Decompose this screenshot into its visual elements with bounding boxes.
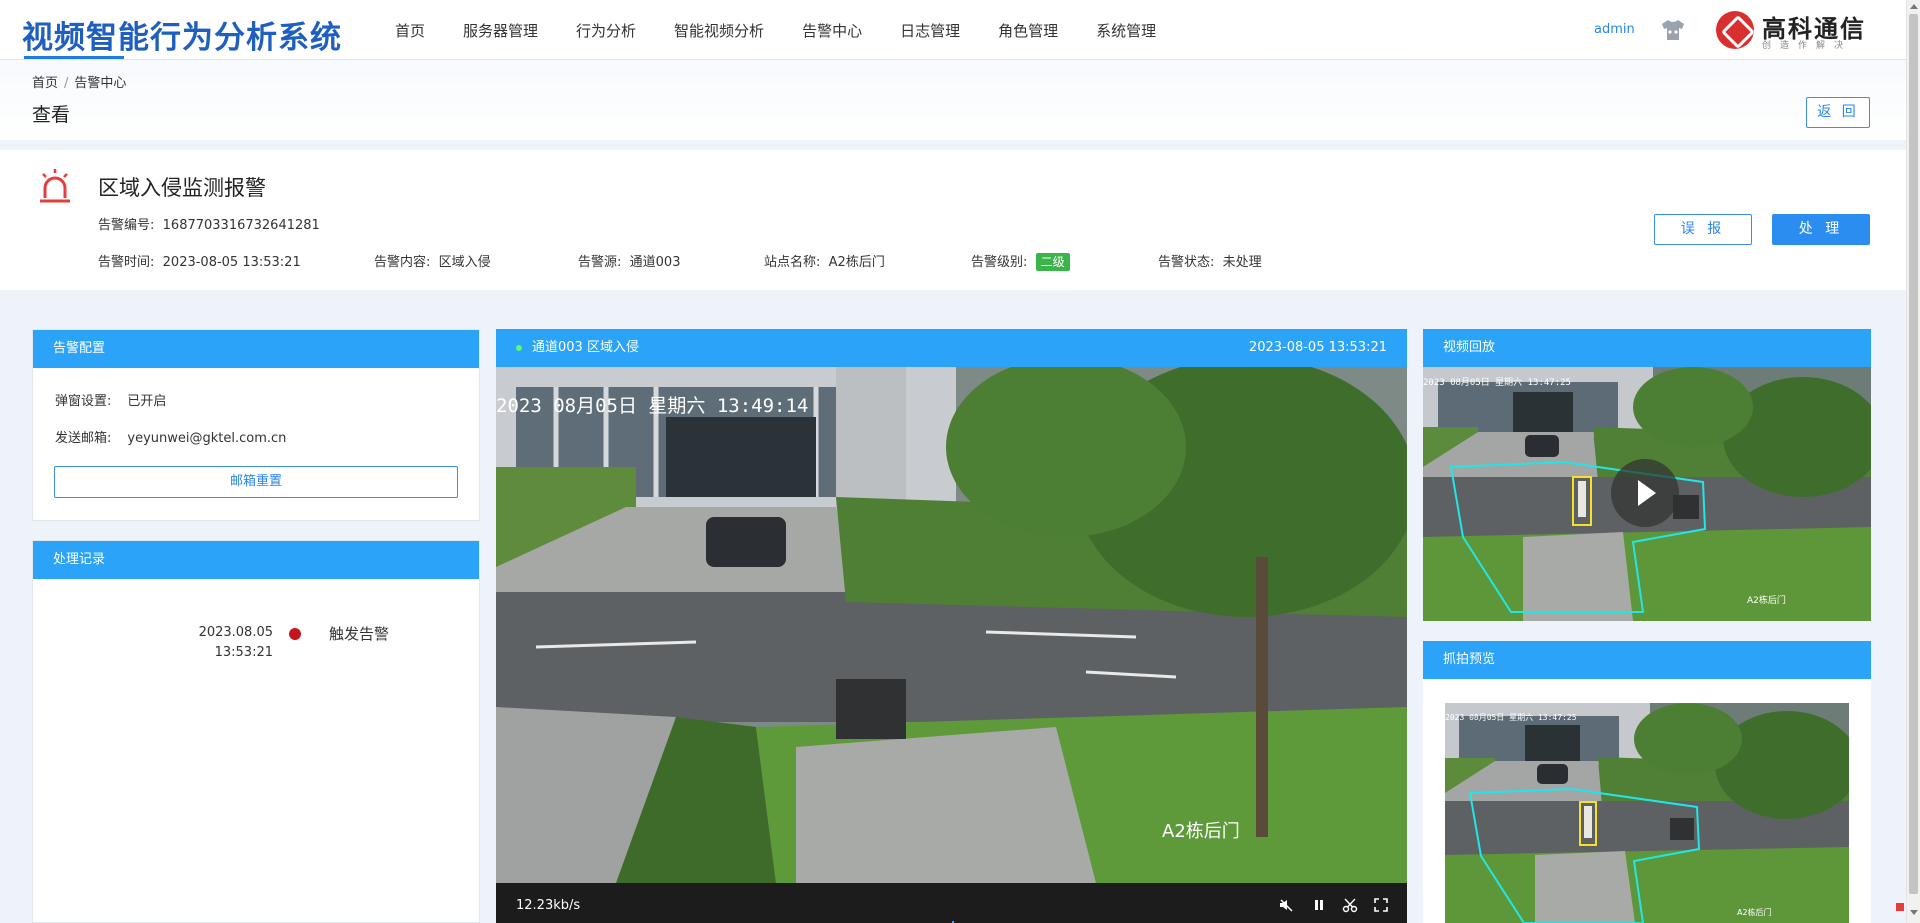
handling-record-title: 处理记录 (33, 541, 479, 579)
nav-item-video-analysis[interactable]: 智能视频分析 (655, 0, 783, 60)
alarm-config-title: 告警配置 (33, 330, 479, 368)
alarm-status: 告警状态: 未处理 (1158, 251, 1262, 270)
handle-button[interactable]: 处 理 (1772, 214, 1870, 245)
alarm-id-value: 1687703316732641281 (162, 218, 320, 233)
scroll-up-icon[interactable] (1910, 4, 1918, 9)
scroll-down-icon[interactable] (1910, 910, 1918, 915)
handling-record-panel: 处理记录 2023.08.05 13:53:21 触发告警 (32, 540, 480, 923)
alarm-siren-icon (40, 169, 70, 203)
live-video-frame[interactable]: 2023 08月05日 星期六 13:49:14 A2栋后门 (496, 367, 1407, 883)
alarm-level-badge: 二级 (1035, 253, 1070, 271)
alarm-level-label: 告警级别: (971, 255, 1028, 270)
snapshot-title: 抓拍预览 (1423, 641, 1871, 679)
playback-osd-site: A2栋后门 (1747, 594, 1786, 606)
scroll-thumb[interactable] (1909, 14, 1918, 894)
alarm-summary-card: 区域入侵监测报警 告警编号: 1687703316732641281 告警时间:… (0, 150, 1906, 290)
false-alarm-button[interactable]: 误 报 (1654, 214, 1752, 245)
live-video-time: 2023-08-05 13:53:21 (1248, 340, 1387, 355)
popup-setting-value: 已开启 (127, 394, 167, 409)
live-video-title: 通道003 区域入侵 (532, 340, 639, 355)
alarm-status-value: 未处理 (1222, 255, 1262, 270)
alarm-site-label: 站点名称: (764, 255, 821, 270)
nav-item-server[interactable]: 服务器管理 (444, 0, 557, 60)
playback-panel: 视频回放 2023 08月05日 星期六 13:47:25 A2栋后门 (1423, 329, 1871, 621)
alarm-source-label: 告警源: (578, 255, 622, 270)
bitrate-readout: 12.23kb/s (516, 898, 581, 913)
alarm-source-value: 通道003 (629, 255, 681, 270)
record-time: 2023.08.05 13:53:21 (153, 623, 273, 663)
alarm-config-panel: 告警配置 弹窗设置: 已开启 发送邮箱: yeyunwei@gktel.com.cn… (32, 329, 480, 521)
user-name[interactable]: admin (1594, 22, 1635, 37)
record-clock: 13:53:21 (214, 645, 273, 660)
pause-icon[interactable] (1311, 897, 1327, 913)
popup-setting-label: 弹窗设置: (55, 394, 112, 409)
nav-item-system[interactable]: 系统管理 (1077, 0, 1175, 60)
record-text: 触发告警 (329, 625, 390, 643)
app-title: 视频智能行为分析系统 (22, 20, 342, 56)
live-video-header: 通道003 区域入侵 2023-08-05 13:53:21 (496, 329, 1407, 367)
send-email-value: yeyunwei@gktel.com.cn (127, 431, 287, 446)
breadcrumb: 首页 / 告警中心 (32, 72, 126, 91)
live-video-panel: 通道003 区域入侵 2023-08-05 13:53:21 2023 08月0… (496, 329, 1407, 923)
video-control-bar: 12.23kb/s (496, 883, 1407, 923)
feedback-flag-icon[interactable] (1896, 903, 1904, 911)
breadcrumb-home[interactable]: 首页 (32, 76, 58, 91)
scissors-icon[interactable] (1342, 897, 1358, 913)
alarm-content-label: 告警内容: (374, 255, 431, 270)
send-email: 发送邮箱: yeyunwei@gktel.com.cn (55, 427, 286, 446)
page-header: 首页 / 告警中心 查看 返 回 (0, 60, 1906, 140)
send-email-label: 发送邮箱: (55, 431, 112, 446)
alarm-content-value: 区域入侵 (438, 255, 491, 270)
nav-item-alarm-center[interactable]: 告警中心 (783, 0, 881, 60)
nav-item-behavior[interactable]: 行为分析 (557, 0, 655, 60)
breadcrumb-separator: / (64, 76, 69, 91)
top-navbar: 视频智能行为分析系统 首页 服务器管理 行为分析 智能视频分析 告警中心 日志管… (0, 0, 1906, 60)
playback-osd-timestamp: 2023 08月05日 星期六 13:47:25 (1423, 376, 1571, 388)
alarm-level: 告警级别: 二级 (971, 251, 1070, 271)
alarm-source: 告警源: 通道003 (578, 251, 680, 270)
nav-item-roles[interactable]: 角色管理 (979, 0, 1077, 60)
snapshot-osd-site: A2栋后门 (1737, 907, 1772, 917)
mute-icon[interactable] (1278, 897, 1294, 913)
playback-title: 视频回放 (1423, 329, 1871, 367)
alarm-content: 告警内容: 区域入侵 (374, 251, 491, 270)
record-date: 2023.08.05 (198, 625, 273, 640)
nav-item-home[interactable]: 首页 (376, 0, 444, 60)
alarm-id-label: 告警编号: (98, 218, 155, 233)
play-icon[interactable] (1611, 459, 1679, 527)
snapshot-panel: 抓拍预览 2023 08月05日 星期六 13:47:25 A2栋后门 (1423, 641, 1871, 923)
alarm-id: 告警编号: 1687703316732641281 (98, 214, 320, 233)
osd-site-name: A2栋后门 (1162, 821, 1240, 842)
alarm-site: 站点名称: A2栋后门 (764, 251, 885, 270)
alarm-time-value: 2023-08-05 13:53:21 (162, 255, 301, 270)
fullscreen-icon[interactable] (1373, 897, 1389, 913)
alarm-time-label: 告警时间: (98, 255, 155, 270)
snapshot-image[interactable]: 2023 08月05日 星期六 13:47:25 A2栋后门 (1445, 703, 1849, 923)
email-reset-button[interactable]: 邮箱重置 (54, 466, 458, 498)
main-nav: 首页 服务器管理 行为分析 智能视频分析 告警中心 日志管理 角色管理 系统管理 (376, 0, 1175, 60)
live-indicator-dot (516, 344, 522, 351)
popup-setting: 弹窗设置: 已开启 (55, 390, 166, 409)
back-button[interactable]: 返 回 (1806, 97, 1870, 128)
osd-timestamp: 2023 08月05日 星期六 13:49:14 (496, 395, 808, 417)
page-scrollbar[interactable] (1906, 0, 1920, 923)
nav-item-logs[interactable]: 日志管理 (881, 0, 979, 60)
alarm-title: 区域入侵监测报警 (98, 176, 266, 200)
alarm-status-label: 告警状态: (1158, 255, 1215, 270)
title-underline (24, 56, 124, 59)
alarm-details-row: 告警时间: 2023-08-05 13:53:21 告警内容: 区域入侵 告警源… (98, 251, 1298, 271)
theme-skin-icon[interactable] (1660, 18, 1686, 42)
company-slogan: 创造作解决 (1762, 41, 1853, 51)
page-title: 查看 (32, 104, 71, 126)
snapshot-osd-timestamp: 2023 08月05日 星期六 13:47:25 (1445, 712, 1577, 722)
record-status-dot (289, 628, 301, 640)
company-logo-icon (1716, 11, 1754, 49)
alarm-site-value: A2栋后门 (828, 255, 885, 270)
breadcrumb-current[interactable]: 告警中心 (74, 76, 126, 91)
record-item: 2023.08.05 13:53:21 触发告警 (33, 579, 479, 660)
alarm-time: 告警时间: 2023-08-05 13:53:21 (98, 251, 301, 270)
